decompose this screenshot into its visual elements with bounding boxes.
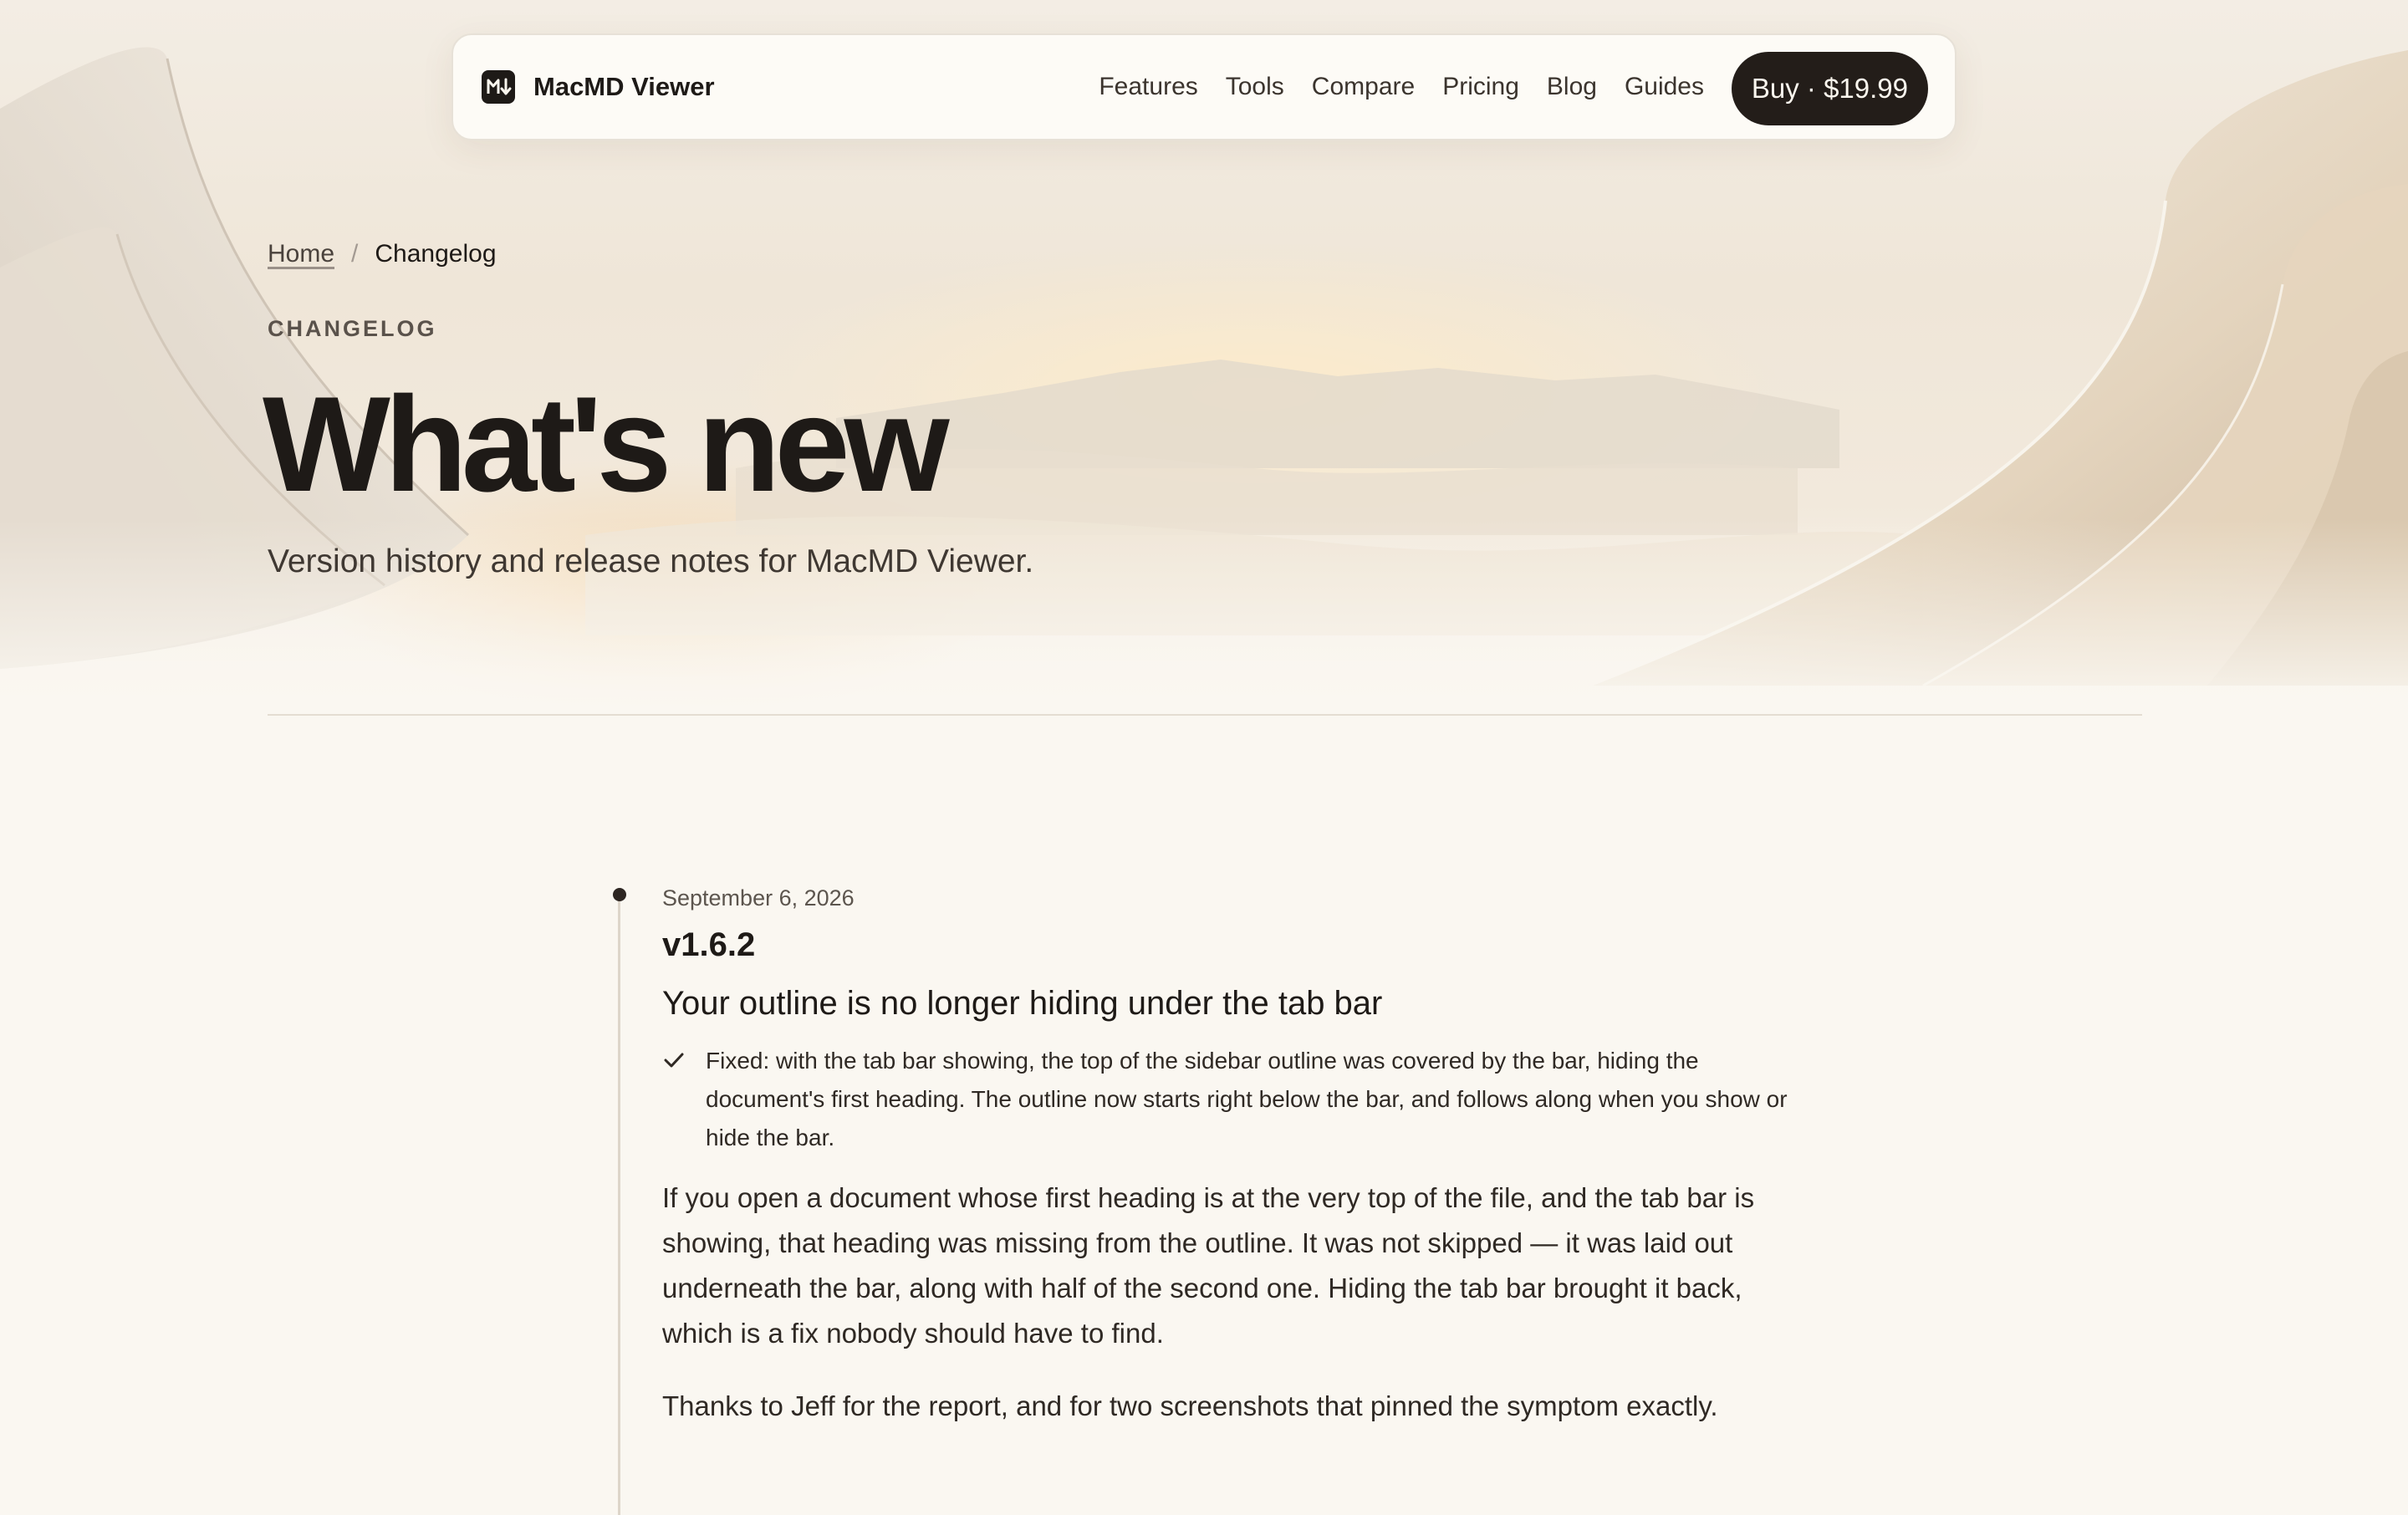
hero-divider: [268, 714, 2142, 716]
fix-text: Fixed: with the tab bar showing, the top…: [706, 1048, 1788, 1150]
nav-link-blog[interactable]: Blog: [1547, 72, 1597, 102]
timeline-dot: [613, 888, 626, 901]
page-title: What's new: [263, 369, 950, 520]
nav-link-compare[interactable]: Compare: [1312, 72, 1415, 102]
page-subtitle: Version history and release notes for Ma…: [268, 543, 1034, 579]
nav-link-pricing[interactable]: Pricing: [1442, 72, 1519, 102]
breadcrumb-separator: /: [351, 240, 359, 268]
breadcrumb: Home / Changelog: [268, 237, 497, 271]
markdown-logo-icon[interactable]: [482, 70, 515, 104]
breadcrumb-current: Changelog: [375, 240, 497, 268]
entry-title: Your outline is no longer hiding under t…: [662, 985, 1383, 1022]
brand-name[interactable]: MacMD Viewer: [533, 72, 715, 102]
nav-link-features[interactable]: Features: [1099, 72, 1197, 102]
checkmark-icon: [664, 1053, 684, 1068]
fix-item: Fixed: with the tab bar showing, the top…: [662, 1042, 1791, 1157]
nav-link-guides[interactable]: Guides: [1625, 72, 1704, 102]
timeline-line: [618, 896, 620, 1515]
section-eyebrow: CHANGELOG: [268, 316, 437, 341]
entry-paragraph: If you open a document whose first headi…: [662, 1182, 1755, 1349]
entry-paragraph: Thanks to Jeff for the report, and for t…: [662, 1390, 1718, 1421]
changelog-entry: September 6, 2026 v1.6.2 Your outline is…: [662, 880, 1791, 1456]
nav-link-tools[interactable]: Tools: [1226, 72, 1284, 102]
top-navigation: MacMD Viewer Features Tools Compare Pric…: [452, 33, 1956, 140]
entry-date: September 6, 2026: [662, 885, 855, 911]
entry-version: v1.6.2: [662, 926, 756, 963]
buy-button[interactable]: Buy · $19.99: [1731, 52, 1928, 125]
nav-links: Features Tools Compare Pricing Blog Guid…: [1071, 72, 1704, 102]
breadcrumb-home-link[interactable]: Home: [268, 237, 334, 271]
